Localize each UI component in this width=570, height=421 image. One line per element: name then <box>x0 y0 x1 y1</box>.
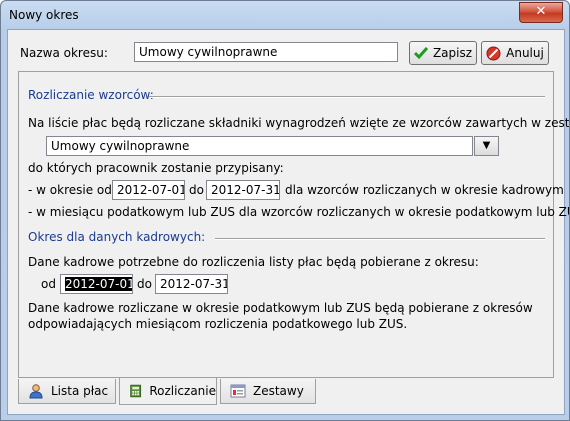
sets-icon <box>230 384 246 398</box>
hr-date-from-input[interactable]: 2012-07-01 <box>60 274 133 294</box>
tab-settlement-label: Rozliczanie <box>149 384 216 398</box>
title-bar[interactable]: Nowy okres ✕ <box>1 1 569 29</box>
hr-note-line1: Dane kadrowe rozliczane w okresie podatk… <box>28 301 533 315</box>
cancel-button-label: Anuluj <box>506 46 544 60</box>
hr-to-label: do <box>137 277 152 291</box>
settlement-panel: Rozliczanie wzorców: Na liście płac będą… <box>18 71 569 378</box>
period-from-suffix: dla wzorców rozliczanych w okresie kadro… <box>285 183 564 197</box>
templates-description: Na liście płac będą rozliczane składniki… <box>28 116 570 130</box>
dialog-window: Nowy okres ✕ Nazwa okresu: Umowy cywilno… <box>0 0 570 421</box>
assigned-text: do których pracownik zostanie przypisany… <box>28 161 284 175</box>
cancel-icon <box>486 46 501 60</box>
templates-section-divider <box>149 96 545 98</box>
hr-date-from-selection: 2012-07-01 <box>65 277 133 291</box>
period-name-label: Nazwa okresu: <box>20 46 108 60</box>
templates-to-label: do <box>189 183 204 197</box>
hr-date-to-input[interactable]: 2012-07-31 <box>155 274 228 294</box>
checkmark-icon <box>413 47 428 60</box>
tab-payroll-list[interactable]: Lista płac <box>18 379 116 404</box>
period-name-input[interactable]: Umowy cywilnoprawne <box>134 42 398 62</box>
save-button-label: Zapisz <box>432 46 473 60</box>
templates-date-from-input[interactable]: 2012-07-01 <box>112 180 185 200</box>
hr-period-description: Dane kadrowe potrzebne do rozliczenia li… <box>28 255 479 269</box>
close-button[interactable]: ✕ <box>519 2 563 23</box>
close-icon: ✕ <box>535 4 547 19</box>
calculator-icon <box>130 384 142 398</box>
tab-sets-label: Zestawy <box>253 384 304 398</box>
template-set-select[interactable]: Umowy cywilnoprawne <box>46 136 473 156</box>
dropdown-arrow-icon: ▼ <box>482 140 491 151</box>
dialog-client-area: Nazwa okresu: Umowy cywilnoprawne Zapisz… <box>7 29 569 415</box>
hr-period-section-title: Okres dla danych kadrowych: <box>28 230 206 244</box>
tab-settlement[interactable]: Rozliczanie <box>119 378 217 405</box>
hr-period-section-divider <box>215 238 545 240</box>
template-set-value: Umowy cywilnoprawne <box>51 139 190 153</box>
templates-section-title: Rozliczanie wzorców: <box>28 88 154 102</box>
period-from-prefix: - w okresie od <box>28 183 112 197</box>
cancel-button[interactable]: Anuluj <box>481 41 549 65</box>
hr-from-label: od <box>41 277 56 291</box>
user-icon <box>29 384 43 399</box>
template-set-dropdown-button[interactable]: ▼ <box>474 136 499 156</box>
hr-note-line2: odpowiadających miesiącom rozliczenia po… <box>28 317 408 331</box>
tab-sets[interactable]: Zestawy <box>220 379 316 404</box>
save-button[interactable]: Zapisz <box>409 41 477 65</box>
tax-month-text: - w miesiącu podatkowym lub ZUS dla wzor… <box>28 205 570 219</box>
window-title: Nowy okres <box>9 8 79 22</box>
templates-date-to-input[interactable]: 2012-07-31 <box>206 180 280 200</box>
tab-payroll-list-label: Lista płac <box>51 384 109 398</box>
